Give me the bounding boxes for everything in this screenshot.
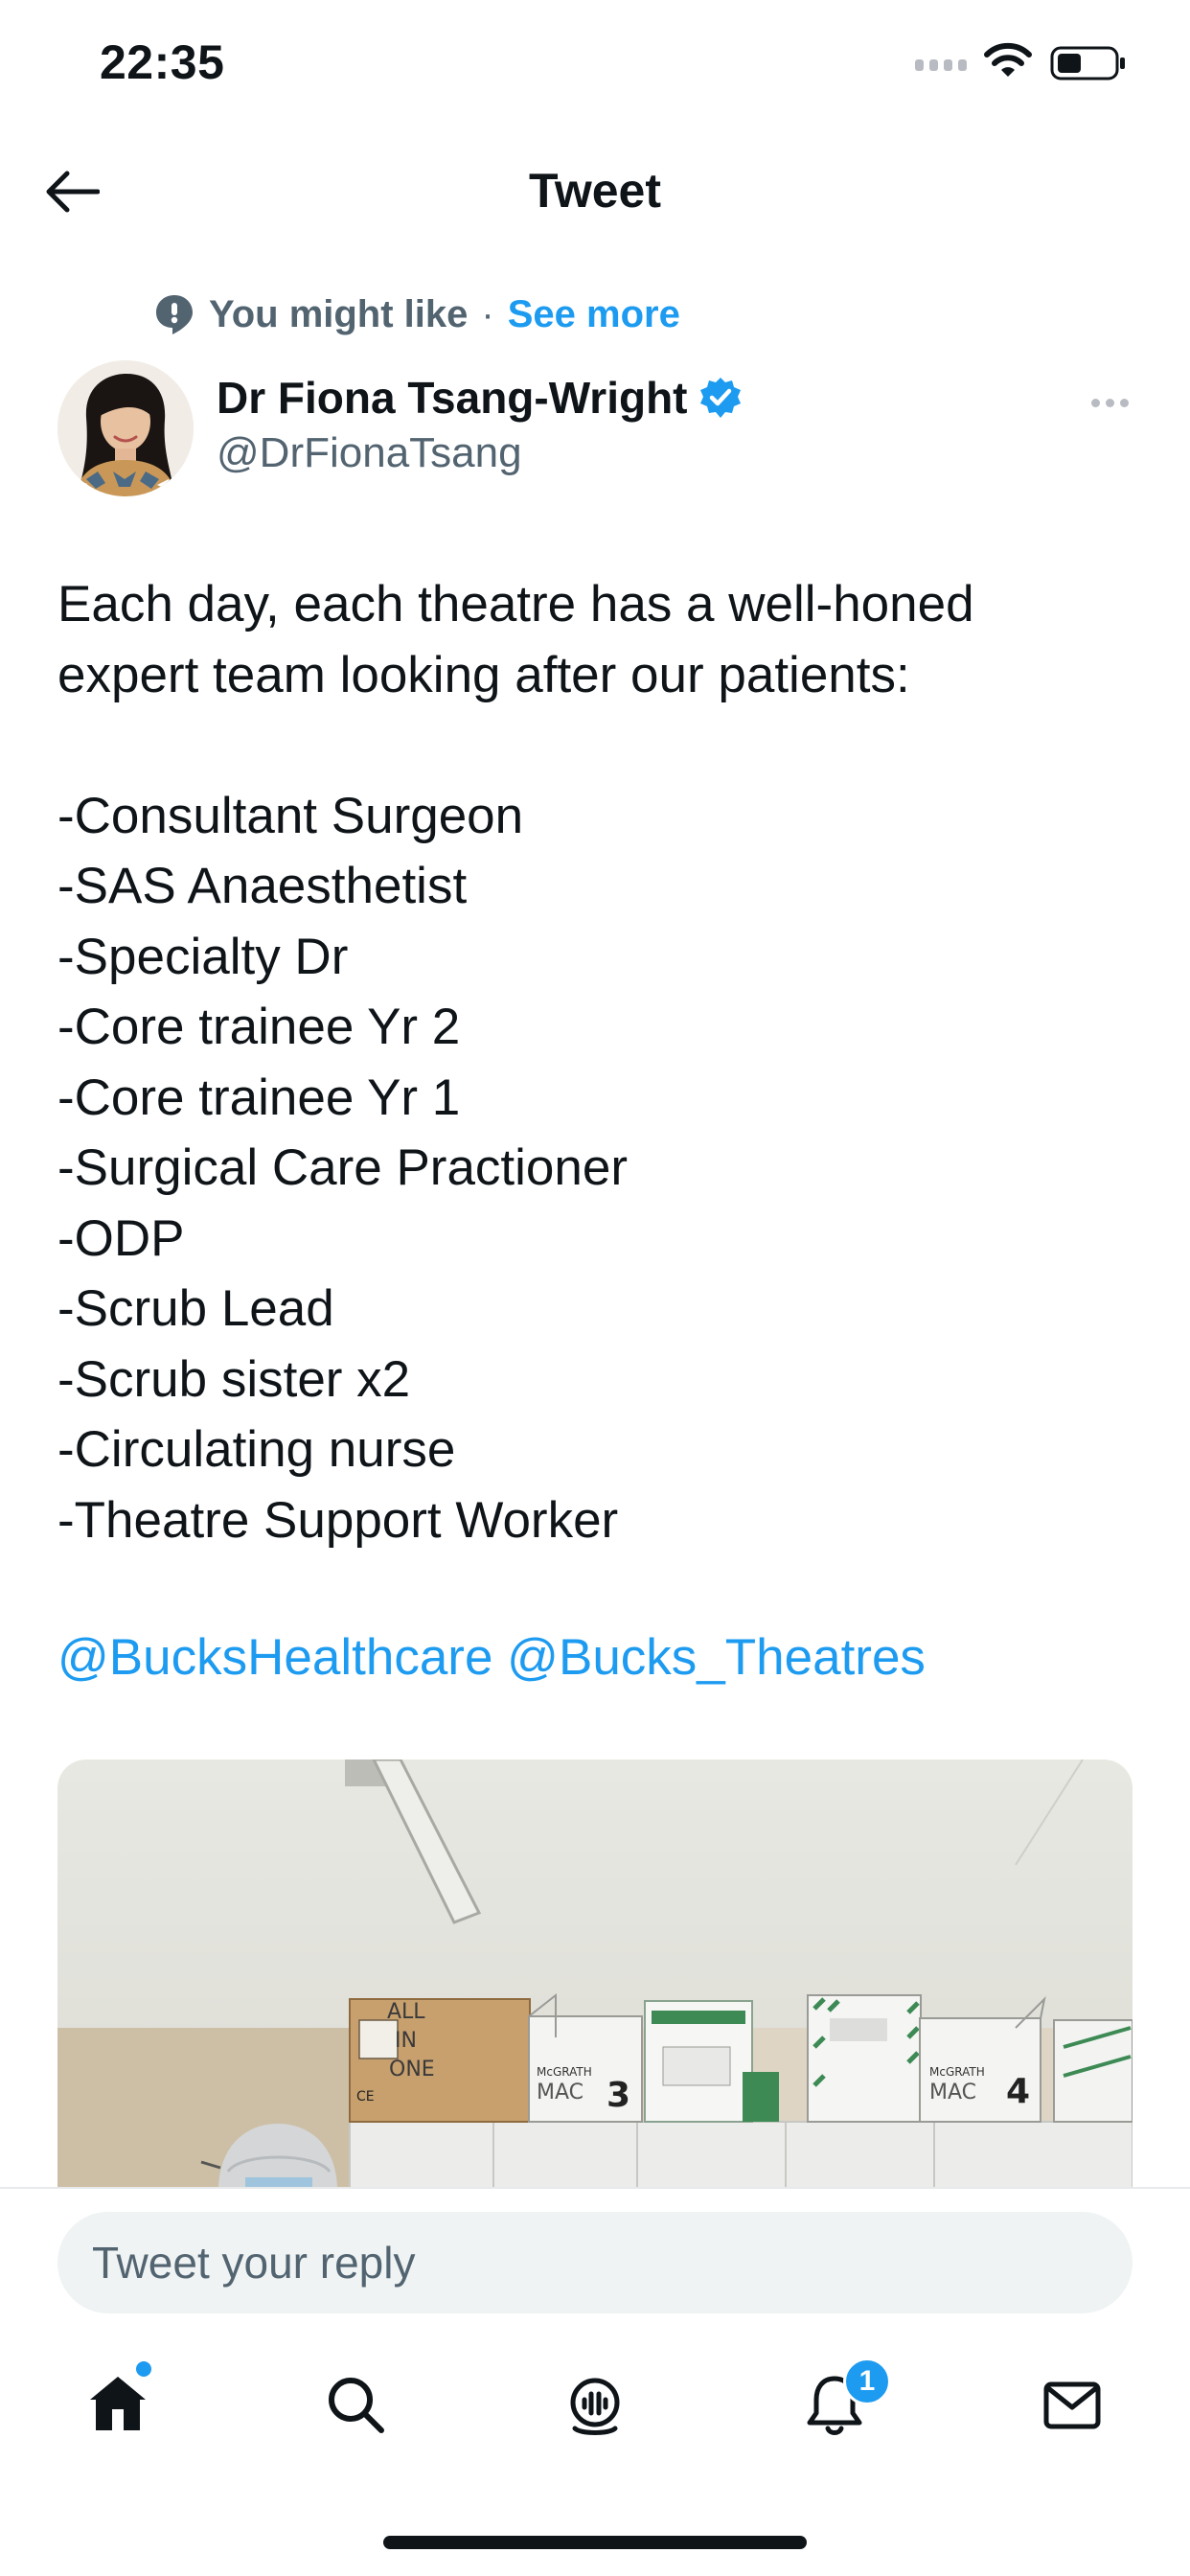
tweet-media-image[interactable]: ALL IN ONE CE McGRATH MAC 3 McGRATH MAC …	[57, 1760, 1133, 2191]
mentions: @BucksHealthcare @Bucks_Theatres	[57, 1622, 926, 1693]
tweet-line: -Surgical Care Practioner	[57, 1139, 629, 1196]
battery-icon	[1050, 46, 1125, 80]
mac3-number: 3	[606, 2076, 630, 2115]
tweet-text: Each day, each theatre has a well-honed …	[57, 569, 1131, 1555]
home-icon	[90, 2377, 146, 2430]
tweet-line: -Core trainee Yr 2	[57, 999, 461, 1055]
tweet-line: expert team looking after our patients:	[57, 646, 910, 703]
recommendation-row: You might like · See more	[153, 286, 680, 343]
tweet-line: -Scrub sister x2	[57, 1350, 411, 1408]
see-more-link[interactable]: See more	[508, 293, 680, 336]
tweet-line	[57, 710, 1131, 781]
tab-messages[interactable]	[1029, 2361, 1115, 2448]
more-options-button[interactable]	[1081, 383, 1138, 422]
tweet-detail-screen: 22:35 Tweet You might like · See more Dr…	[0, 0, 1190, 2576]
verified-badge-icon	[699, 378, 741, 418]
mac3-brand: McGRATH	[537, 2065, 592, 2079]
mac4-brand: McGRATH	[929, 2065, 985, 2079]
mention-bucks-theatres[interactable]: @Bucks_Theatres	[507, 1629, 926, 1686]
spaces-icon	[570, 2378, 620, 2435]
recommendation-label: You might like	[209, 292, 469, 335]
tab-search[interactable]	[312, 2361, 399, 2448]
separator-dot: ·	[481, 292, 494, 335]
mail-icon	[1043, 2381, 1101, 2429]
mac4-number: 4	[1006, 2072, 1030, 2111]
box-handwritten-one: ONE	[389, 2058, 435, 2082]
reply-input[interactable]	[57, 2212, 1133, 2313]
photo-theatre-storage: ALL IN ONE CE McGRATH MAC 3 McGRATH MAC …	[57, 1760, 1133, 2191]
tweet-line: -Core trainee Yr 1	[57, 1069, 461, 1126]
mac3-label: MAC	[537, 2081, 584, 2104]
signal-dots-icon	[915, 59, 967, 71]
page-title: Tweet	[529, 164, 661, 218]
bottom-tab-bar	[0, 2323, 1190, 2486]
avatar-image	[57, 360, 194, 496]
search-icon	[329, 2378, 384, 2433]
box-ce-mark: CE	[356, 2089, 375, 2104]
mention-bucks-healthcare[interactable]: @BucksHealthcare	[57, 1629, 492, 1686]
tweet-line: -Circulating nurse	[57, 1421, 456, 1478]
home-indicator[interactable]	[383, 2536, 807, 2549]
mac4-label: MAC	[929, 2081, 976, 2104]
tweet-line: -Scrub Lead	[57, 1280, 334, 1337]
reply-area	[0, 2189, 1190, 2323]
nav-header: Tweet	[0, 134, 1190, 249]
author-handle[interactable]: @DrFionaTsang	[217, 429, 522, 477]
tweet-line: -Theatre Support Worker	[57, 1491, 619, 1549]
tweet-line: Each day, each theatre has a well-honed	[57, 576, 974, 632]
tweet-line: -Consultant Surgeon	[57, 787, 524, 844]
wifi-icon	[984, 42, 1032, 77]
speech-bubble-icon	[156, 295, 193, 334]
status-bar: 22:35	[0, 0, 1190, 134]
author-name-text: Dr Fiona Tsang-Wright	[217, 373, 688, 423]
status-time: 22:35	[100, 35, 225, 89]
tab-spaces[interactable]	[552, 2361, 638, 2448]
notification-badge: 1	[843, 2358, 891, 2405]
tweet-line: -Specialty Dr	[57, 928, 349, 985]
tweet-line: -ODP	[57, 1209, 185, 1267]
box-handwritten-in: IN	[395, 2029, 417, 2053]
more-horizontal-icon	[1090, 398, 1100, 407]
author-name[interactable]: Dr Fiona Tsang-Wright	[217, 372, 744, 424]
avatar[interactable]	[57, 360, 194, 496]
tweet-line: -SAS Anaesthetist	[57, 858, 468, 914]
box-handwritten-all: ALL	[387, 2000, 425, 2024]
home-unread-dot	[136, 2361, 151, 2377]
